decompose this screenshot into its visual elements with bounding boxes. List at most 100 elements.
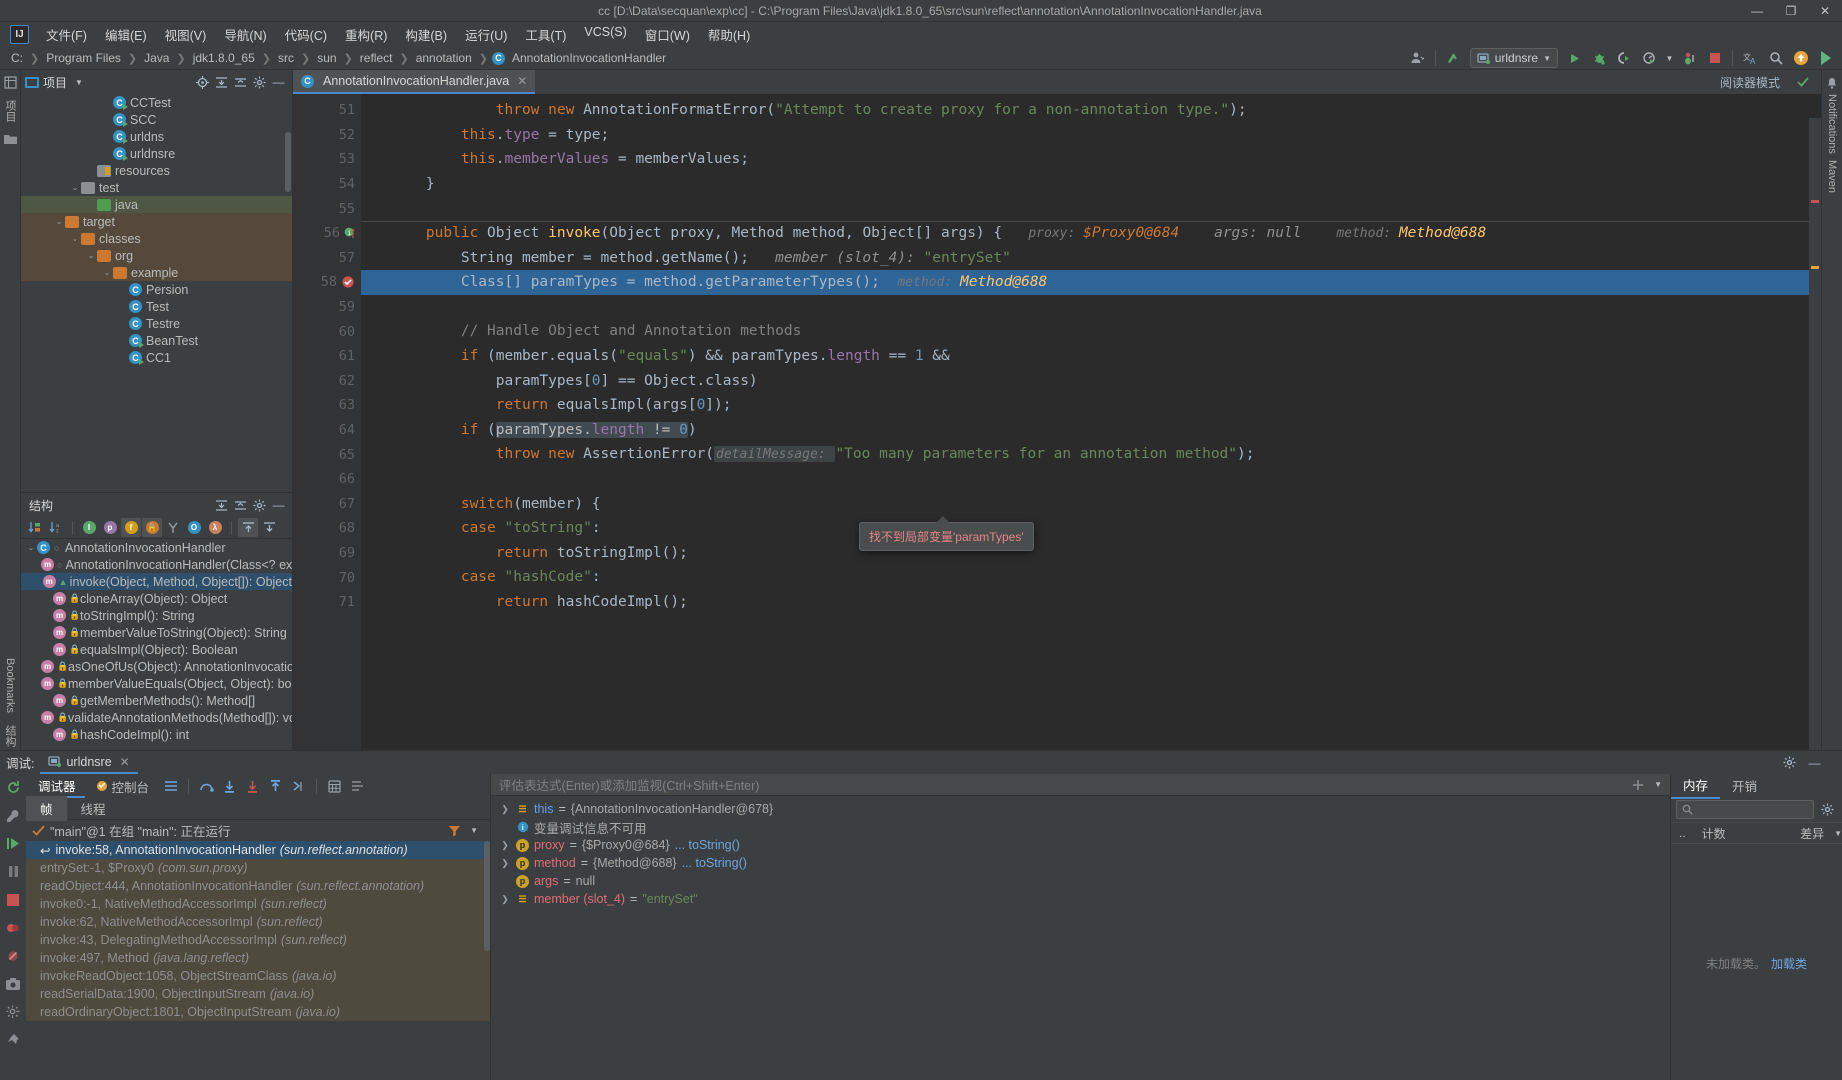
gutter-line[interactable]: 64 [293,418,361,443]
gutter-line[interactable]: 51 [293,98,361,123]
project-tree-node[interactable]: C Persion [21,281,292,298]
gutter-line[interactable]: 59 [293,295,361,320]
project-tree-node[interactable]: ⌄ target [21,213,292,230]
run-to-cursor-icon[interactable] [288,776,309,796]
code-line[interactable]: public Object invoke(Object proxy, Metho… [361,221,1821,246]
expand-arrow-icon[interactable]: ⌄ [25,543,37,552]
frame-item[interactable]: readObject:444, AnnotationInvocationHand… [26,877,490,895]
code-line[interactable] [361,467,1821,492]
code-line[interactable]: throw new AnnotationFormatError("Attempt… [361,98,1821,123]
project-tree-node[interactable]: ⌄ org [21,247,292,264]
notifications-icon[interactable] [1824,74,1841,91]
update-icon[interactable] [1789,48,1812,69]
editor-tab[interactable]: C AnnotationInvocationHandler.java ✕ [293,70,536,94]
menu-item-3[interactable]: 导航(N) [215,22,275,47]
show-inherited-icon[interactable]: I [79,518,99,537]
gutter-line[interactable]: 58 [293,270,361,295]
project-tree-node[interactable]: Curldns [21,128,292,145]
code-line[interactable]: // Handle Object and Annotation methods [361,319,1821,344]
structure-node[interactable]: m 🔒 validateAnnotationMethods(Method[]): v… [21,709,292,726]
expand-arrow-icon[interactable]: ❯ [499,858,511,869]
menu-item-9[interactable]: VCS(S) [575,22,635,47]
project-tree-node[interactable]: Curldnsre [21,145,292,162]
sort-alphabetically-icon[interactable]: az [46,518,66,537]
project-tree-node[interactable]: C BeanTest [21,332,292,349]
locate-icon[interactable] [193,73,212,92]
evaluate-expression-icon[interactable] [324,776,345,796]
breadcrumb-item-5[interactable]: sun [314,50,339,66]
variable-row[interactable]: ❯ ☰ this = {AnnotationInvocationHandler@67… [491,800,1670,818]
expand-arrow-icon[interactable]: ❯ [499,840,511,851]
left-strip-label-bookmarks[interactable]: Bookmarks [4,655,16,716]
editor-error-stripe[interactable] [1809,118,1821,750]
frame-item[interactable]: readOrdinaryObject:1801, ObjectInputStre… [26,1003,490,1021]
folder-icon[interactable] [2,131,19,148]
show-interfaces-icon[interactable]: O [184,518,204,537]
debug-button[interactable] [1588,48,1611,69]
show-anonymous-icon[interactable] [163,518,183,537]
frames-subtab-0[interactable]: 帧 [26,796,67,821]
menu-item-10[interactable]: 窗口(W) [636,22,699,47]
code-line[interactable]: case "toString": [361,516,1821,541]
code-line[interactable]: throw new AssertionError(detailMessage: … [361,442,1821,467]
structure-node[interactable]: m 🔒 memberValueEquals(Object, Object): boo… [21,675,292,692]
expand-arrow-icon[interactable]: ⌄ [101,268,113,277]
gutter-line[interactable]: 54 [293,172,361,197]
code-line[interactable] [361,295,1821,320]
project-scrollbar[interactable] [285,132,291,192]
project-tree-node[interactable]: C CC1 [21,349,292,366]
gutter-line[interactable]: 57 [293,246,361,271]
pin-icon[interactable] [4,1030,23,1049]
frames-scrollbar[interactable] [484,841,490,951]
gutter-line[interactable]: 69 [293,541,361,566]
collapse-structure-icon[interactable] [259,518,279,537]
variable-row[interactable]: i 变量调试信息不可用 [491,818,1670,836]
gutter-line[interactable]: 56 i [293,221,361,246]
gear-icon[interactable] [250,73,269,92]
camera-icon[interactable] [4,974,23,993]
menu-item-6[interactable]: 构建(B) [396,22,456,47]
frame-item[interactable]: readSerialData:1900, ObjectInputStream (j… [26,985,490,1003]
tab-debugger[interactable]: 调试器 [29,774,85,798]
chevron-down-icon-project[interactable]: ▼ [75,78,83,87]
show-properties-icon[interactable]: p [100,518,120,537]
expand-arrow-icon[interactable]: ⌄ [69,234,81,243]
frame-item[interactable]: invoke0:-1, NativeMethodAccessorImpl (sun… [26,895,490,913]
variable-row[interactable]: ❯ p proxy = {$Proxy0@684} ... toString() [491,836,1670,854]
gutter-line[interactable]: 60 [293,319,361,344]
thread-line[interactable]: "main"@1 在组 "main": 正在运行 ▼ [26,820,490,841]
structure-node[interactable]: m 🔒 hashCodeImpl(): int [21,726,292,743]
profile-icon[interactable] [1638,48,1661,69]
reader-mode-label[interactable]: 阅读器模式 [1710,74,1790,91]
run-button[interactable] [1563,48,1586,69]
breadcrumb-item-1[interactable]: Program Files [43,50,124,66]
structure-node[interactable]: m 🔒 equalsImpl(Object): Boolean [21,641,292,658]
inspections-ok-icon[interactable] [1791,72,1814,93]
structure-node[interactable]: m 🔒 cloneArray(Object): Object [21,590,292,607]
minimize-button[interactable]: — [1740,0,1774,22]
gear-icon-memory[interactable] [1818,800,1837,819]
frame-item[interactable]: invoke:62, NativeMethodAccessorImpl (sun.… [26,913,490,931]
close-icon[interactable]: ✕ [517,74,527,88]
right-strip-label-notifications[interactable]: Notifications [1826,91,1838,157]
gutter-line[interactable]: 53 [293,147,361,172]
code-line[interactable]: this.type = type; [361,123,1821,148]
code-line[interactable]: return equalsImpl(args[0]); [361,393,1821,418]
structure-node[interactable]: m ▲ invoke(Object, Method, Object[]): Obje… [21,573,292,590]
gutter-line[interactable]: 55 [293,196,361,221]
frame-item[interactable]: invokeReadObject:1058, ObjectStreamClass… [26,967,490,985]
expand-structure-icon[interactable] [238,518,258,537]
gutter-line[interactable]: 67 [293,492,361,517]
gutter-line[interactable]: 68 [293,516,361,541]
chevron-down-icon-2[interactable]: ▼ [1663,48,1676,69]
hide-panel-icon[interactable]: — [269,73,288,92]
show-non-public-icon[interactable]: 🔒 [142,518,162,537]
settings-lines-icon[interactable] [347,776,368,796]
frame-item[interactable]: ↩ invoke:58, AnnotationInvocationHandler(… [26,841,490,859]
pause-icon[interactable] [4,862,23,881]
breadcrumb-item-3[interactable]: jdk1.8.0_65 [190,50,258,66]
rerun-icon[interactable] [4,778,23,797]
code-line[interactable]: paramTypes[0] == Object.class) [361,369,1821,394]
code-line[interactable]: } [361,172,1821,197]
project-tree-node[interactable]: java [21,196,292,213]
